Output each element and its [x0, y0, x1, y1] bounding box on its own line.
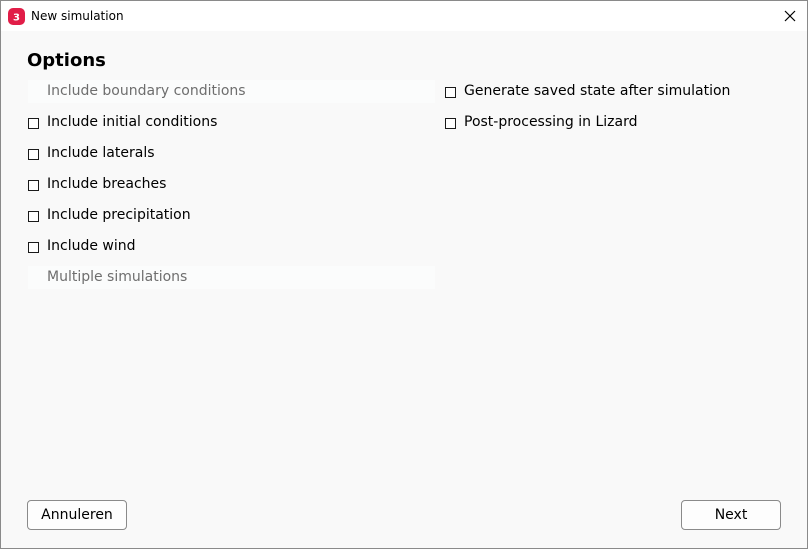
- close-button[interactable]: [779, 6, 801, 26]
- breaches-label: Include breaches: [47, 176, 167, 192]
- multiple-simulations-item: Multiple simulations: [28, 266, 435, 289]
- breaches-checkbox[interactable]: [28, 180, 39, 191]
- initial-conditions-checkbox[interactable]: [28, 118, 39, 129]
- precipitation-checkbox[interactable]: [28, 211, 39, 222]
- saved-state-label: Generate saved state after simulation: [464, 83, 731, 99]
- laterals-checkbox-row[interactable]: Include laterals: [28, 144, 168, 164]
- lizard-postprocessing-label: Post-processing in Lizard: [464, 114, 638, 130]
- multiple-simulations-label: Multiple simulations: [47, 269, 188, 285]
- wind-label: Include wind: [47, 238, 136, 254]
- saved-state-checkbox-row[interactable]: Generate saved state after simulation: [445, 82, 735, 102]
- saved-state-checkbox[interactable]: [445, 87, 456, 98]
- next-button[interactable]: Next: [681, 500, 781, 530]
- initial-conditions-label: Include initial conditions: [47, 114, 218, 130]
- 3di-logo-icon: 3: [8, 8, 25, 25]
- lizard-postprocessing-checkbox-row[interactable]: Post-processing in Lizard: [445, 113, 645, 133]
- title-bar: 3 New simulation: [1, 1, 807, 31]
- cancel-button[interactable]: Annuleren: [27, 500, 127, 530]
- close-icon: [784, 10, 796, 22]
- lizard-postprocessing-checkbox[interactable]: [445, 118, 456, 129]
- dialog-window: 3 New simulation Options Include boundar…: [0, 0, 808, 549]
- precipitation-label: Include precipitation: [47, 207, 191, 223]
- boundary-conditions-item: Include boundary conditions: [28, 80, 435, 103]
- wind-checkbox[interactable]: [28, 242, 39, 253]
- laterals-checkbox[interactable]: [28, 149, 39, 160]
- initial-conditions-checkbox-row[interactable]: Include initial conditions: [28, 113, 228, 133]
- svg-text:3: 3: [13, 13, 20, 24]
- breaches-checkbox-row[interactable]: Include breaches: [28, 175, 178, 195]
- laterals-label: Include laterals: [47, 145, 155, 161]
- options-heading: Options: [27, 50, 106, 71]
- boundary-conditions-label: Include boundary conditions: [47, 83, 246, 99]
- precipitation-checkbox-row[interactable]: Include precipitation: [28, 206, 198, 226]
- wind-checkbox-row[interactable]: Include wind: [28, 237, 148, 257]
- window-title: New simulation: [31, 9, 124, 23]
